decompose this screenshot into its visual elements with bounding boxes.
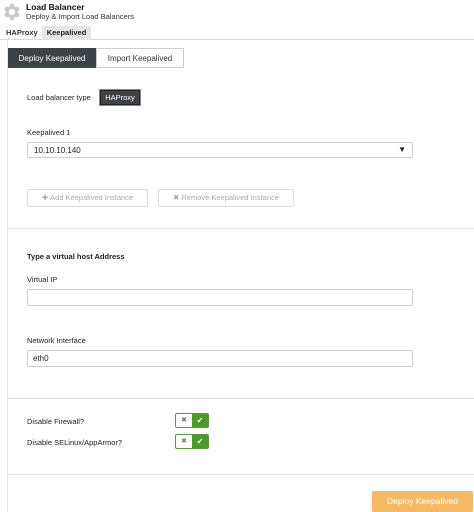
chevron-down-icon: ▼	[398, 145, 406, 154]
lb-type-haproxy-button[interactable]: HAProxy	[99, 89, 141, 106]
top-tab-bar: HAProxy Keepalived	[0, 26, 474, 40]
remove-instance-label: Remove Keepalived Instance	[181, 193, 279, 202]
tab-haproxy[interactable]: HAProxy	[2, 26, 42, 40]
divider	[7, 228, 474, 229]
network-interface-label: Network Interface	[27, 336, 86, 345]
keepalived1-label: Keepalived 1	[27, 128, 71, 137]
tab-import-keepalived[interactable]: Import Keepalived	[96, 48, 184, 68]
network-interface-input[interactable]	[27, 350, 413, 367]
check-icon: ✔	[192, 414, 208, 427]
keepalived1-value: 10.10.10.140	[34, 146, 81, 155]
divider	[7, 398, 474, 399]
gear-icon	[4, 4, 20, 20]
page-header: Load Balancer Deploy & Import Load Balan…	[0, 0, 474, 24]
page-subtitle: Deploy & Import Load Balancers	[26, 12, 134, 21]
toggle-off-icon: ✖	[181, 417, 187, 424]
disable-selinux-label: Disable SELinux/AppArmor?	[27, 438, 123, 447]
disable-selinux-toggle[interactable]: ✖ ✔	[175, 434, 209, 449]
tab-keepalived[interactable]: Keepalived	[42, 26, 91, 40]
remove-keepalived-instance-button[interactable]: ✖ Remove Keepalived Instance	[158, 189, 294, 207]
add-instance-label: Add Keepalived Instance	[50, 193, 134, 202]
tab-deploy-keepalived[interactable]: Deploy Keepalived	[8, 48, 96, 68]
add-keepalived-instance-button[interactable]: ✚ Add Keepalived Instance	[27, 189, 148, 207]
deploy-keepalived-button[interactable]: Deploy Keepalived	[372, 491, 473, 512]
close-icon: ✖	[173, 193, 180, 202]
keepalived1-select[interactable]: 10.10.10.140 ▼	[27, 142, 413, 158]
vhost-heading: Type a virtual host Address	[27, 252, 125, 261]
disable-firewall-toggle[interactable]: ✖ ✔	[175, 413, 209, 428]
check-icon: ✔	[192, 435, 208, 448]
toggle-off-icon: ✖	[181, 438, 187, 445]
lb-type-label: Load balancer type	[27, 93, 91, 102]
page-title: Load Balancer	[26, 2, 85, 12]
plus-icon: ✚	[41, 193, 49, 202]
virtual-ip-input[interactable]	[27, 289, 413, 306]
disable-firewall-label: Disable Firewall?	[27, 417, 85, 426]
divider	[7, 474, 474, 475]
virtual-ip-label: Virtual IP	[27, 275, 58, 284]
